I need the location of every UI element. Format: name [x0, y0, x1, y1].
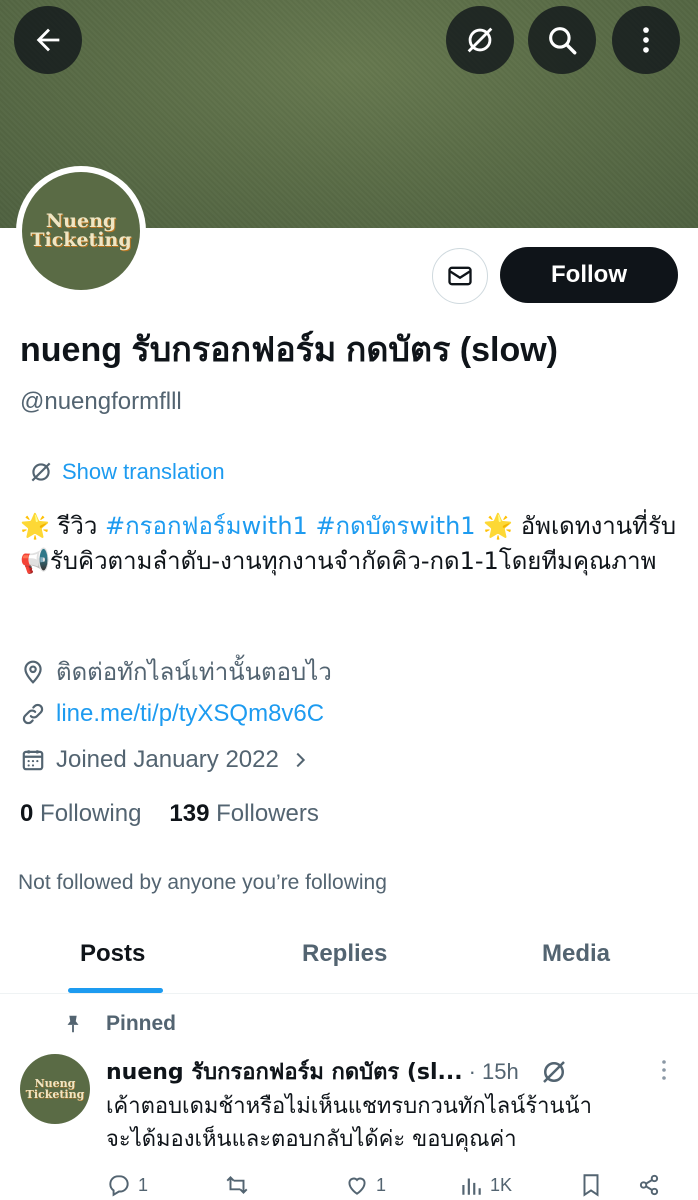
chevron-right-icon [296, 752, 305, 768]
avatar-logo: Nueng Ticketing [22, 172, 140, 290]
more-vertical-icon [643, 27, 649, 53]
post-text-line-1: เค้าตอบเดมช้าหรือไม่เห็นแชทรบกวนทักไลน์ร… [106, 1094, 592, 1119]
message-button[interactable] [432, 248, 488, 304]
view-count: 1K [490, 1174, 513, 1195]
following-count-link[interactable]: 0 Following [20, 800, 141, 828]
search-icon [549, 27, 577, 55]
repost-button[interactable] [224, 1172, 250, 1198]
heart-icon [348, 1177, 366, 1195]
hashtag-link[interactable]: #กรอกฟอร์มwith1 [105, 512, 308, 540]
pinned-indicator: Pinned [62, 1012, 176, 1036]
link-icon [22, 703, 44, 725]
bio-text-3: รับคิวตามลำดับ-งานทุกงานจำกัดคิว-กด1-1โด… [49, 547, 657, 575]
profile-avatar[interactable]: Nueng Ticketing [16, 166, 146, 296]
profile-website[interactable]: line.me/ti/p/tyXSQm8v6C [20, 700, 324, 728]
megaphone-emoji: 📢 [20, 547, 50, 575]
reply-count: 1 [138, 1174, 149, 1195]
views-button[interactable]: 1K [458, 1172, 512, 1198]
post-actions: 1 1 1K [106, 1172, 676, 1200]
post-author-name[interactable]: nueng รับกรอกฟอร์ม กดบัตร (sl... [106, 1054, 463, 1089]
share-icon [639, 1174, 659, 1196]
profile-handle: @nuengformflll [20, 388, 182, 415]
post-more-icon[interactable] [650, 1058, 678, 1082]
calendar-icon [22, 750, 44, 771]
show-translation-link[interactable]: Show translation [28, 459, 225, 485]
post-timestamp[interactable]: 15h [482, 1059, 519, 1085]
sparkle-emoji: 🌟 [483, 512, 514, 540]
search-button[interactable] [528, 6, 596, 74]
post-separator: · [468, 1058, 476, 1084]
post-body: เค้าตอบเดมช้าหรือไม่เห็นแชทรบกวนทักไลน์ร… [106, 1090, 698, 1156]
translate-button[interactable] [446, 6, 514, 74]
arrow-left-icon [36, 28, 60, 52]
not-followed-notice: Not followed by anyone you’re following [18, 871, 387, 894]
followers-label: Followers [216, 800, 319, 827]
bookmark-icon [583, 1174, 599, 1197]
share-button[interactable] [636, 1172, 662, 1198]
sparkle-emoji: 🌟 [20, 512, 50, 540]
grok-translate-icon [31, 462, 51, 482]
following-label: Following [40, 800, 142, 827]
hashtag-link[interactable]: #กดบัตรwith1 [315, 512, 475, 540]
follow-button[interactable]: Follow [500, 247, 678, 303]
profile-name: nueng รับกรอกฟอร์ม กดบัตร (slow) [20, 331, 558, 369]
pinned-label: Pinned [106, 1012, 177, 1035]
reply-button[interactable]: 1 [106, 1172, 148, 1198]
post-author-avatar[interactable]: Nueng Ticketing [20, 1054, 90, 1124]
tab-replies[interactable]: Replies [302, 940, 387, 968]
grok-translate-icon[interactable] [539, 1057, 569, 1087]
bookmark-button[interactable] [578, 1172, 604, 1198]
bio-text-1: รีวิว [57, 512, 98, 540]
like-button[interactable]: 1 [344, 1172, 386, 1198]
bio-text-2: อัพเดทงานที่รับ [520, 512, 677, 540]
joined-text: Joined January 2022 [56, 746, 279, 773]
reply-icon [109, 1175, 129, 1197]
analytics-icon [462, 1178, 481, 1195]
tab-posts[interactable]: Posts [80, 940, 145, 968]
grok-translate-icon [467, 27, 493, 53]
avatar-logo-word-2: Ticketing [30, 229, 132, 251]
profile-location: ติดต่อทักไลน์เท่านั้นตอบไว [20, 652, 332, 691]
show-translation-label: Show translation [62, 459, 225, 484]
followers-count-link[interactable]: 139 Followers [169, 800, 318, 828]
repost-icon [226, 1176, 248, 1194]
follow-counts: 0 Following 139 Followers [20, 800, 319, 828]
post-avatar-logo-word-2: Ticketing [25, 1088, 85, 1101]
more-options-button[interactable] [612, 6, 680, 74]
active-tab-indicator [68, 988, 163, 993]
location-text: ติดต่อทักไลน์เท่านั้นตอบไว [56, 658, 332, 686]
post-text-line-2: จะได้มองเห็นและตอบกลับได้ค่ะ ขอบคุณค่า [106, 1127, 517, 1152]
tab-media[interactable]: Media [542, 940, 610, 968]
like-count: 1 [376, 1174, 387, 1195]
back-button[interactable] [14, 6, 82, 74]
location-pin-icon [24, 660, 42, 684]
profile-tabs: Posts Replies Media [0, 930, 698, 994]
profile-joined[interactable]: Joined January 2022 [20, 746, 311, 774]
envelope-icon [448, 266, 472, 286]
website-link[interactable]: line.me/ti/p/tyXSQm8v6C [56, 700, 324, 728]
followers-count: 139 [169, 800, 210, 827]
pin-icon [67, 1015, 79, 1033]
following-count: 0 [20, 800, 34, 827]
profile-bio: 🌟 รีวิว #กรอกฟอร์มwith1 #กดบัตรwith1 🌟 อ… [20, 509, 688, 579]
post-header: nueng รับกรอกฟอร์ม กดบัตร (sl... · 15h [106, 1054, 569, 1089]
